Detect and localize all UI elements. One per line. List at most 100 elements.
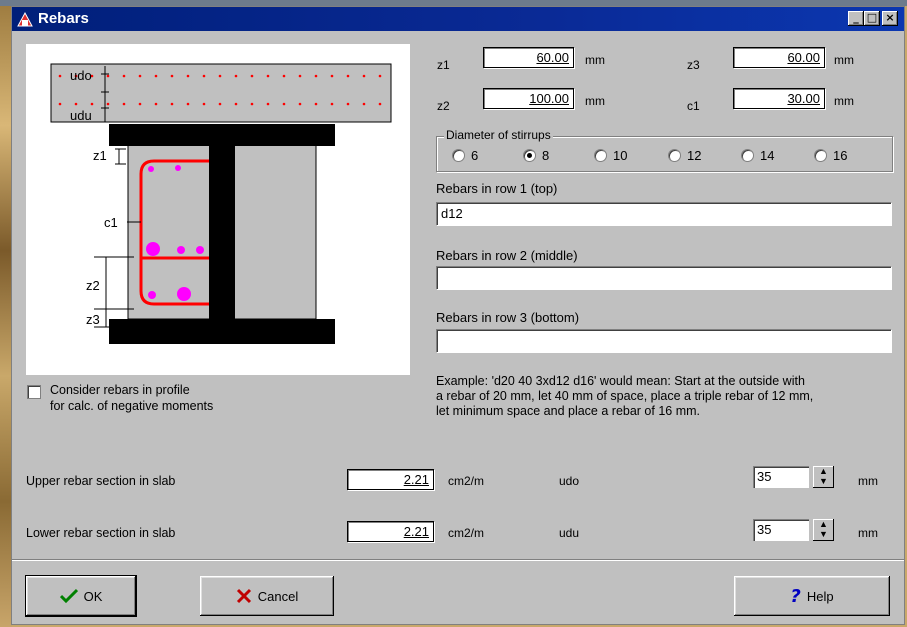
stirrup-radio-12[interactable] (668, 149, 681, 162)
udo-unit: mm (858, 474, 878, 488)
z3-field[interactable]: 60.00 (733, 47, 825, 68)
stirrup-radio-label: 6 (471, 148, 479, 163)
consider-profile-label-line2: for calc. of negative moments (50, 399, 214, 413)
z3-unit: mm (834, 53, 854, 67)
bottom-divider (12, 559, 904, 561)
slab-rebar-dot (330, 74, 334, 78)
slab-rebar-dot (282, 74, 286, 78)
slab-rebar-dot (346, 74, 350, 78)
slab-rebar-dot (362, 102, 366, 106)
c1-unit: mm (834, 94, 854, 108)
slab-rebar-dot (106, 74, 110, 78)
row3-label: Rebars in row 3 (bottom) (436, 310, 580, 325)
row3-input[interactable] (436, 329, 892, 353)
udo-spinner-input[interactable]: 35 (753, 466, 809, 488)
slab-rebar-dot (314, 74, 318, 78)
question-icon: ? (790, 585, 801, 607)
slab-rebar-dot (218, 102, 222, 106)
slab-rebar-dot (250, 74, 254, 78)
rebar-dot (175, 165, 181, 171)
slab-rebar-dot (378, 74, 382, 78)
slab-rebar-dot (58, 102, 62, 106)
rebar-dot (148, 166, 154, 172)
udu-dimension-label: udu (70, 108, 92, 123)
c1-label: c1 (687, 99, 700, 113)
z2-value: 100.00 (529, 91, 569, 106)
c1-dimension-label: c1 (104, 215, 118, 230)
udo-dimension-label: udo (70, 68, 92, 83)
c1-field[interactable]: 30.00 (733, 88, 825, 109)
title-bar[interactable]: Rebars _ □ × (12, 7, 904, 31)
udu-unit: mm (858, 526, 878, 540)
rebars-dialog: Rebars _ □ × udo udu z1 c1 z2 z3 z1 60.0… (11, 6, 905, 625)
stirrup-radio-label: 8 (542, 148, 550, 163)
slab-rebar-dot (266, 74, 270, 78)
lower-rebar-field[interactable]: 2.21 (347, 521, 434, 542)
close-icon: × (885, 11, 895, 24)
slab-rebar-dot (170, 74, 174, 78)
z2-field[interactable]: 100.00 (483, 88, 574, 109)
close-button[interactable]: × (882, 11, 898, 26)
ok-button-label: OK (83, 588, 103, 604)
minimize-icon: _ (853, 11, 859, 24)
spinner-arrows-icon[interactable]: ▲ ▼ (813, 519, 834, 541)
slab-rebar-dot (58, 74, 62, 78)
example-line-2: a rebar of 20 mm, let 40 mm of space, pl… (436, 389, 814, 403)
slab-rebar-dot (314, 102, 318, 106)
stirrup-radio-10[interactable] (594, 149, 607, 162)
udo-spinner[interactable]: 35 ▲ ▼ (753, 466, 841, 488)
web-shape (209, 144, 235, 319)
udu-label: udu (559, 526, 580, 540)
example-line-1: Example: 'd20 40 3xd12 d16' would mean: … (436, 374, 805, 388)
help-button[interactable]: ? Help (734, 576, 890, 616)
x-icon (236, 588, 251, 604)
z3-label: z3 (687, 58, 700, 72)
slab-rebar-dot (106, 102, 110, 106)
consider-profile-checkbox[interactable] (27, 385, 41, 399)
udu-spinner[interactable]: 35 ▲ ▼ (753, 519, 841, 541)
slab-rebar-dot (266, 102, 270, 106)
upper-rebar-field[interactable]: 2.21 (347, 469, 434, 490)
udu-spinner-input[interactable]: 35 (753, 519, 809, 541)
maximize-button[interactable]: □ (864, 11, 880, 26)
upper-rebar-label: Upper rebar section in slab (26, 474, 176, 488)
app-icon (17, 11, 33, 27)
help-button-label: Help (806, 588, 834, 604)
row2-label: Rebars in row 2 (middle) (436, 248, 578, 263)
z1-field[interactable]: 60.00 (483, 47, 574, 68)
lower-rebar-unit: cm2/m (448, 526, 484, 540)
slab-rebar-dot (154, 74, 158, 78)
slab-rebar-dot (122, 74, 126, 78)
upper-rebar-value: 2.21 (403, 472, 429, 487)
stirrup-radio-label: 16 (833, 148, 848, 163)
consider-profile-label: Consider rebars in profile (50, 383, 190, 397)
lower-rebar-label: Lower rebar section in slab (26, 526, 176, 540)
slab-rebar-dot (202, 74, 206, 78)
top-flange-shape (109, 124, 335, 146)
cancel-button[interactable]: Cancel (200, 576, 334, 616)
slab-rebar-dot (282, 102, 286, 106)
ok-button[interactable]: OK (25, 575, 137, 617)
window-title: Rebars (38, 10, 89, 27)
stirrup-radio-14[interactable] (741, 149, 754, 162)
z2-unit: mm (585, 94, 605, 108)
stirrup-radio-8[interactable] (523, 149, 536, 162)
slab-rebar-dot (298, 102, 302, 106)
slab-rebar-dot (378, 102, 382, 106)
row1-input[interactable]: d12 (436, 202, 892, 226)
z2-label: z2 (437, 99, 450, 113)
slab-rebar-dot (74, 102, 78, 106)
z3-value: 60.00 (787, 50, 820, 65)
cross-section-drawing: udo udu z1 c1 z2 z3 (26, 44, 410, 375)
spinner-arrows-icon[interactable]: ▲ ▼ (813, 466, 834, 488)
slab-rebar-dot (138, 102, 142, 106)
slab-rebar-dot (346, 102, 350, 106)
stirrup-radio-16[interactable] (814, 149, 827, 162)
row2-input[interactable] (436, 266, 892, 290)
stirrup-radio-6[interactable] (452, 149, 465, 162)
bottom-flange-shape (109, 319, 335, 344)
slab-rebar-dot (362, 74, 366, 78)
stirrups-group-label: Diameter of stirrups (444, 128, 553, 142)
minimize-button[interactable]: _ (848, 11, 864, 26)
slab-rebar-dot (138, 74, 142, 78)
